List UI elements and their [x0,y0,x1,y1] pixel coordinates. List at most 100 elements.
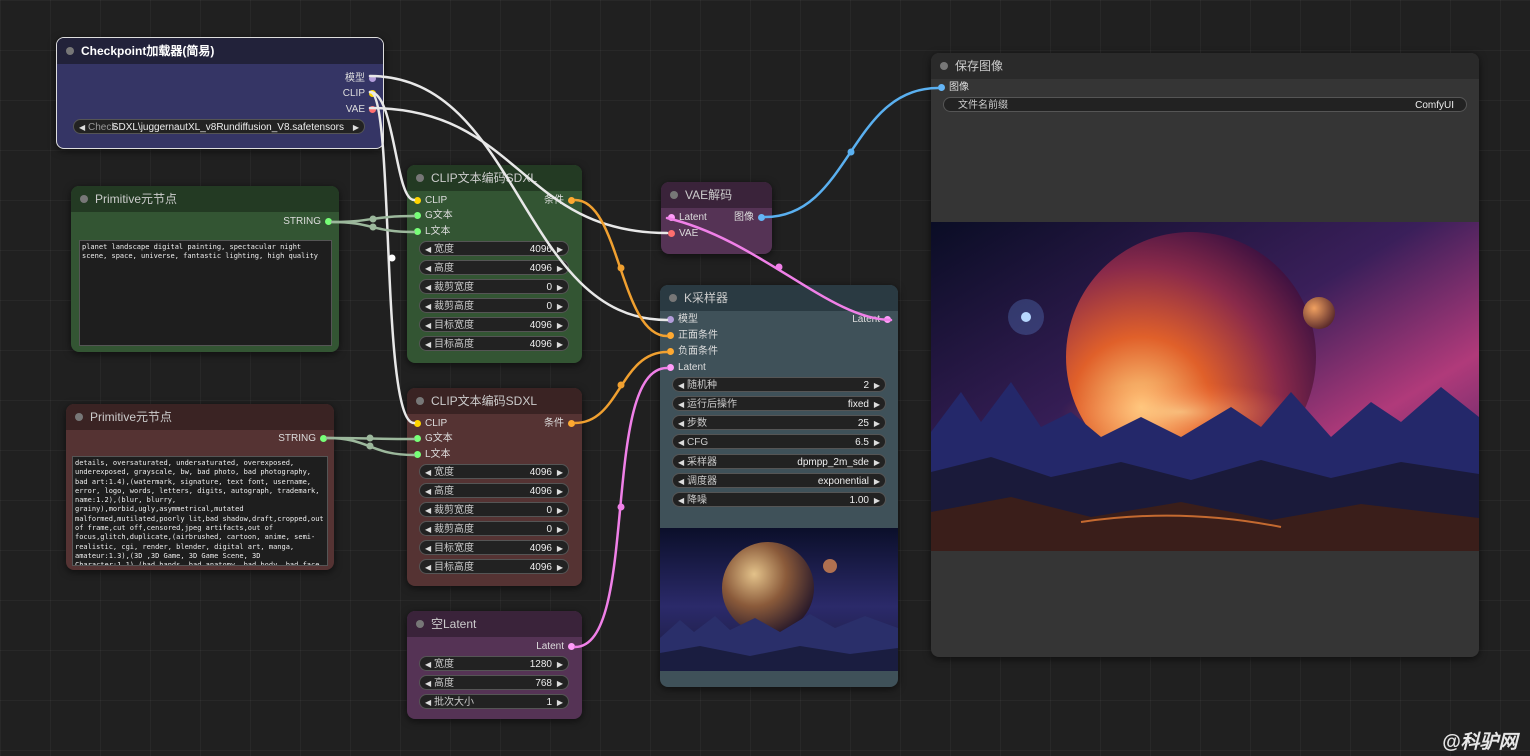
socket-dot[interactable] [568,643,575,650]
target-height-widget[interactable]: ◀ 目标高度 4096 ▶ [419,336,569,351]
height-widget[interactable]: ◀ 高度 4096 ▶ [419,260,569,275]
socket-dot[interactable] [938,84,945,91]
arrow-right-icon[interactable]: ▶ [874,378,880,393]
node-title[interactable]: CLIP文本编码SDXL [407,165,582,191]
steps-widget[interactable]: ◀ 步数 25 ▶ [672,415,886,430]
socket-dot[interactable] [369,106,376,113]
socket-dot[interactable] [325,218,332,225]
socket-dot[interactable] [667,316,674,323]
output-image[interactable]: 图像 [734,211,768,225]
arrow-right-icon[interactable]: ▶ [557,503,563,518]
clip-text-encode-sdxl-negative[interactable]: CLIP文本编码SDXL CLIP G文本 L文本 条件 ◀ 宽度 4096 ▶ ◀ 高… [407,388,582,586]
arrow-left-icon[interactable]: ◀ [678,493,684,508]
arrow-left-icon[interactable]: ◀ [425,280,431,295]
node-title[interactable]: K采样器 [660,285,898,311]
arrow-left-icon[interactable]: ◀ [425,541,431,556]
socket-dot[interactable] [369,75,376,82]
socket-dot[interactable] [320,435,327,442]
arrow-right-icon[interactable]: ▶ [557,299,563,314]
crop-width-widget[interactable]: ◀ 裁剪宽度 0 ▶ [419,502,569,517]
input-negative[interactable]: 负面条件 [664,345,718,359]
arrow-left-icon[interactable]: ◀ [425,657,431,672]
arrow-right-icon[interactable]: ▶ [557,465,563,480]
clip-text-encode-sdxl-positive[interactable]: CLIP文本编码SDXL CLIP G文本 L文本 条件 ◀ 宽度 4096 ▶ ◀ 高… [407,165,582,363]
arrow-right-icon[interactable]: ▶ [557,657,563,672]
arrow-left-icon[interactable]: ◀ [678,397,684,412]
batch-size-widget[interactable]: ◀ 批次大小 1 ▶ [419,694,569,709]
arrow-right-icon[interactable]: ▶ [557,318,563,333]
input-g-text[interactable]: G文本 [411,209,453,223]
arrow-right-icon[interactable]: ▶ [874,435,880,450]
node-title[interactable]: 保存图像 [931,53,1479,79]
seed-widget[interactable]: ◀ 随机种 2 ▶ [672,377,886,392]
node-title[interactable]: 空Latent [407,611,582,637]
denoise-widget[interactable]: ◀ 降噪 1.00 ▶ [672,492,886,507]
arrow-left-icon[interactable]: ◀ [425,503,431,518]
socket-dot[interactable] [667,332,674,339]
empty-latent-node[interactable]: 空Latent Latent ◀ 宽度 1280 ▶ ◀ 高度 768 ▶ ◀ 批次大小 1 ▶ [407,611,582,719]
arrow-right-icon[interactable]: ▶ [874,493,880,508]
socket-dot[interactable] [568,420,575,427]
filename-prefix-widget[interactable]: 文件名前缀 ComfyUI [943,97,1467,112]
cfg-widget[interactable]: ◀ CFG 6.5 ▶ [672,434,886,449]
input-clip[interactable]: CLIP [411,417,447,431]
input-model[interactable]: 模型 [664,313,698,327]
socket-dot[interactable] [758,214,765,221]
input-image[interactable]: 图像 [935,81,969,95]
input-l-text[interactable]: L文本 [411,448,451,462]
arrow-left-icon[interactable]: ◀ [425,522,431,537]
socket-dot[interactable] [414,197,421,204]
arrow-left-icon[interactable]: ◀ [425,337,431,352]
arrow-left-icon[interactable]: ◀ [425,465,431,480]
height-widget[interactable]: ◀ 高度 4096 ▶ [419,483,569,498]
socket-dot[interactable] [414,228,421,235]
prompt-textarea[interactable]: planet landscape digital painting, spect… [79,240,332,346]
socket-dot[interactable] [668,230,675,237]
node-title[interactable]: CLIP文本编码SDXL [407,388,582,414]
arrow-left-icon[interactable]: ◀ [425,318,431,333]
input-vae[interactable]: VAE [665,227,698,241]
socket-dot[interactable] [884,316,891,323]
control-after-generate-widget[interactable]: ◀ 运行后操作 fixed ▶ [672,396,886,411]
socket-dot[interactable] [414,420,421,427]
width-widget[interactable]: ◀ 宽度 4096 ▶ [419,241,569,256]
negative-prompt-textarea[interactable]: details, oversaturated, undersaturated, … [72,456,328,566]
output-string[interactable]: STRING [283,215,335,229]
arrow-right-icon[interactable]: ▶ [557,337,563,352]
target-width-widget[interactable]: ◀ 目标宽度 4096 ▶ [419,317,569,332]
arrow-left-icon[interactable]: ◀ [425,299,431,314]
input-latent[interactable]: Latent [665,211,707,225]
arrow-right-icon[interactable]: ▶ [874,397,880,412]
socket-dot[interactable] [369,90,376,97]
socket-dot[interactable] [414,212,421,219]
output-string[interactable]: STRING [278,432,330,446]
primitive-node-negative[interactable]: Primitive元节点 STRING details, oversaturat… [66,404,334,570]
checkpoint-loader-node[interactable]: Checkpoint加载器(简易) 模型 CLIP VAE ◀ Check SD… [56,37,384,149]
input-l-text[interactable]: L文本 [411,225,451,239]
node-title[interactable]: Primitive元节点 [66,404,334,430]
arrow-right-icon[interactable]: ▶ [557,280,563,295]
output-vae[interactable]: VAE [346,103,379,117]
input-clip[interactable]: CLIP [411,194,447,208]
output-latent[interactable]: Latent [852,313,894,327]
crop-height-widget[interactable]: ◀ 裁剪高度 0 ▶ [419,521,569,536]
arrow-left-icon[interactable]: ◀ [425,242,431,257]
socket-dot[interactable] [414,435,421,442]
arrow-right-icon[interactable]: ▶ [353,120,359,135]
arrow-right-icon[interactable]: ▶ [874,416,880,431]
target-width-widget[interactable]: ◀ 目标宽度 4096 ▶ [419,540,569,555]
arrow-right-icon[interactable]: ▶ [557,695,563,710]
crop-height-widget[interactable]: ◀ 裁剪高度 0 ▶ [419,298,569,313]
input-latent[interactable]: Latent [664,361,706,375]
arrow-left-icon[interactable]: ◀ [425,560,431,575]
arrow-right-icon[interactable]: ▶ [557,522,563,537]
arrow-left-icon[interactable]: ◀ [678,474,684,489]
arrow-left-icon[interactable]: ◀ [425,695,431,710]
sampler-widget[interactable]: ◀ 采样器 dpmpp_2m_sde ▶ [672,454,886,469]
arrow-left-icon[interactable]: ◀ [678,378,684,393]
output-conditioning[interactable]: 条件 [544,194,578,208]
output-conditioning[interactable]: 条件 [544,417,578,431]
node-title[interactable]: VAE解码 [661,182,772,208]
node-title[interactable]: Primitive元节点 [71,186,339,212]
vae-decode-node[interactable]: VAE解码 Latent VAE 图像 [661,182,772,254]
